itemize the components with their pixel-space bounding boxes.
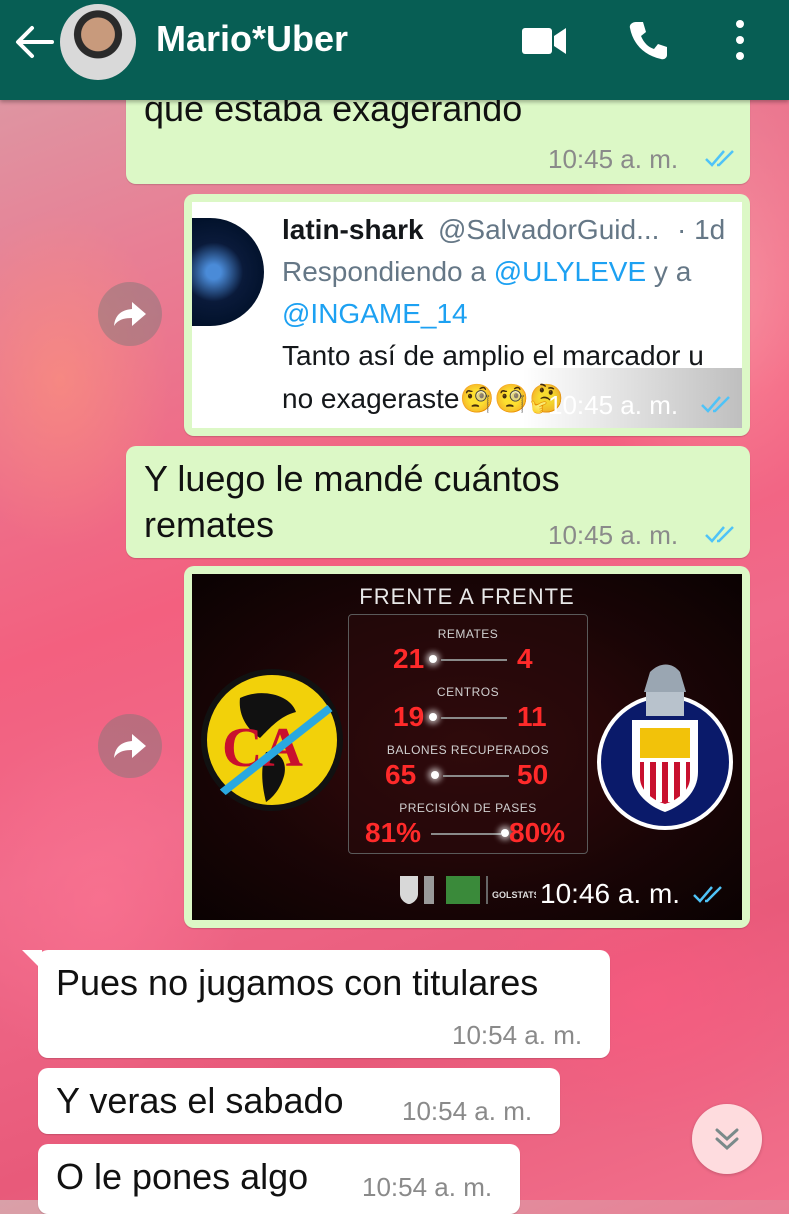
message-bubble-outgoing[interactable]: Y luego le mandé cuántos remates 10:45 a…: [126, 446, 750, 558]
stat-connector: [441, 659, 507, 661]
stat-value-right: 11: [517, 701, 547, 732]
stat-value-left: 81%: [365, 817, 422, 848]
forward-icon: [114, 302, 146, 326]
read-ticks-icon: [705, 526, 734, 543]
message-text: Y luego le mandé cuántos: [144, 458, 560, 499]
message-bubble-outgoing-image[interactable]: FRENTE A FRENTE CA REMATES 21 4 CENTROS …: [184, 566, 750, 928]
message-text: remates: [144, 504, 275, 545]
stat-marker: [431, 771, 439, 779]
stat-marker: [429, 655, 437, 663]
tweet-reply-context: Respondiendo a @ULYLEVE y a: [282, 256, 691, 288]
message-text: Pues no jugamos con titulares: [56, 962, 539, 1003]
stats-title: FRENTE A FRENTE: [359, 584, 575, 609]
stat-label: CENTROS: [436, 685, 500, 699]
message-time: 10:45 a. m.: [548, 520, 679, 550]
message-time: 10:54 a. m.: [402, 1096, 533, 1126]
message-text: Y veras el sabado: [56, 1080, 344, 1121]
stat-value-right: 4: [517, 643, 533, 674]
scroll-to-bottom-button[interactable]: [692, 1104, 762, 1174]
message-bubble-incoming[interactable]: Pues no jugamos con titulares 10:54 a. m…: [38, 950, 610, 1058]
read-ticks-icon: [705, 150, 734, 167]
stat-label: PRECISIÓN DE PASES: [399, 801, 537, 815]
read-ticks-icon: [701, 396, 730, 413]
stat-connector: [443, 775, 509, 777]
stat-label: REMATES: [437, 627, 499, 641]
contact-avatar[interactable]: [60, 4, 136, 80]
message-time: 10:54 a. m.: [452, 1020, 583, 1050]
stat-marker: [429, 713, 437, 721]
tweet-reply-joiner: y a: [646, 256, 692, 287]
stats-image[interactable]: FRENTE A FRENTE CA REMATES 21 4 CENTROS …: [192, 574, 742, 920]
tweet-mention: @ULYLEVE: [493, 256, 647, 287]
sponsor-logos: GOLSTATS: [400, 876, 536, 904]
message-text: O le pones algo: [56, 1156, 309, 1197]
video-call-icon[interactable]: [520, 24, 568, 58]
chivas-logo: [597, 664, 733, 830]
message-time: 10:54 a. m.: [362, 1172, 493, 1202]
message-time: 10:46 a. m.: [540, 878, 681, 909]
forward-button[interactable]: [98, 714, 162, 778]
stat-connector: [441, 717, 507, 719]
chat-header: Mario*Uber: [0, 0, 789, 100]
double-chevron-down-icon: [715, 1128, 739, 1151]
golstats-logo-text: GOLSTATS: [492, 890, 536, 900]
stat-marker: [501, 829, 509, 837]
stats-panel: REMATES 21 4 CENTROS 19 11 BALONES RECUP…: [348, 614, 588, 854]
contact-name[interactable]: Mario*Uber: [156, 18, 348, 60]
phone-icon[interactable]: [626, 18, 670, 62]
bubble-tail: [22, 950, 42, 970]
club-america-letters: CA: [222, 717, 303, 779]
stat-connector: [431, 833, 501, 835]
message-bubble-outgoing-image[interactable]: latin-shark @SalvadorGuid... · 1d Respon…: [184, 194, 750, 436]
tweet-reply-prefix: Respondiendo a: [282, 256, 494, 287]
message-time: 10:45 a. m.: [548, 390, 679, 420]
tweet-handle: @SalvadorGuid...: [438, 214, 660, 245]
tweet-author-name: latin-shark: [282, 214, 424, 245]
stat-label: BALONES RECUPERADOS: [386, 743, 550, 757]
stat-value-left: 21: [393, 643, 425, 674]
stat-value-left: 65: [385, 759, 417, 790]
tweet-avatar: [192, 218, 264, 326]
message-time: 10:45 a. m.: [548, 144, 679, 174]
read-ticks-icon: [693, 886, 722, 903]
back-arrow-icon[interactable]: [14, 24, 54, 60]
stat-value-right: 50: [517, 759, 549, 790]
forward-icon: [114, 734, 146, 758]
stat-value-right: 80%: [509, 817, 566, 848]
tweet-age: · 1d: [677, 214, 726, 245]
message-bubble-incoming[interactable]: O le pones algo 10:54 a. m.: [38, 1144, 520, 1214]
tweet-mention: @INGAME_14: [282, 298, 468, 329]
stat-value-left: 19: [393, 701, 425, 732]
club-america-logo: CA: [200, 669, 343, 812]
more-vert-icon[interactable]: [730, 18, 750, 62]
message-bubble-incoming[interactable]: Y veras el sabado 10:54 a. m.: [38, 1068, 560, 1134]
forward-button[interactable]: [98, 282, 162, 346]
